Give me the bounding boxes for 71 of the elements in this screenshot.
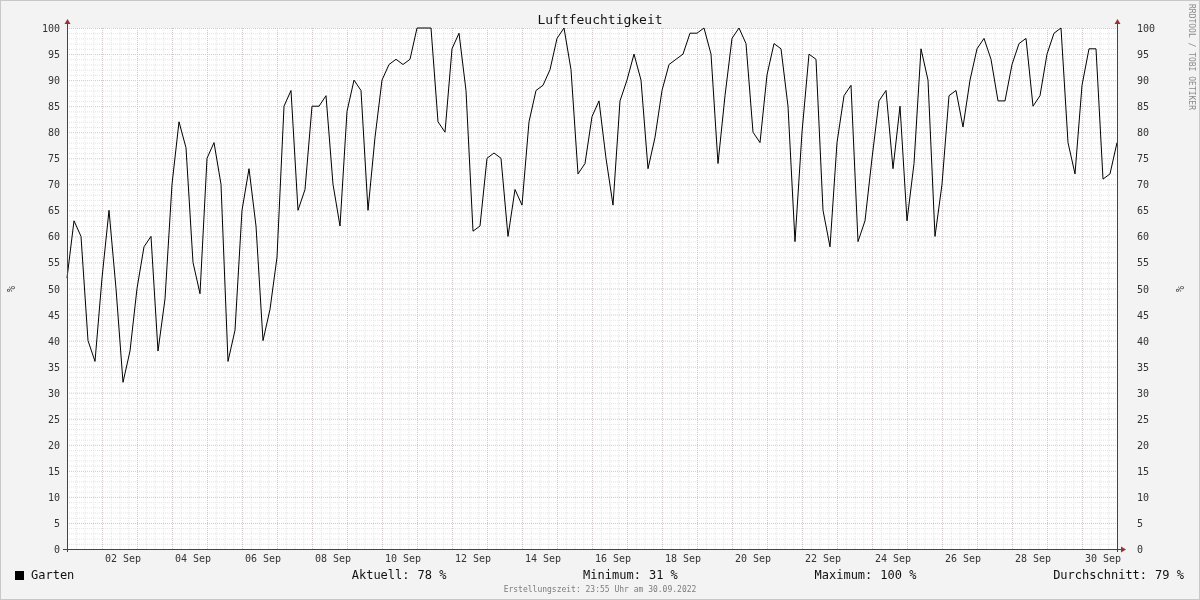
y-tick-label: 70: [1137, 179, 1150, 191]
y-tick-label: 20: [1137, 439, 1150, 451]
y-tick-label: 100: [1137, 23, 1156, 34]
x-tick-label: 04 Sep: [174, 553, 212, 564]
y-tick-label: 40: [47, 335, 60, 347]
stat-value: 78 %: [417, 568, 447, 582]
y-tick-label: 20: [47, 439, 60, 451]
y-tick-label: 5: [1137, 517, 1144, 529]
axis-label: %: [1174, 286, 1185, 292]
x-tick-label: 12 Sep: [454, 553, 492, 564]
y-tick-label: 15: [1137, 465, 1150, 477]
x-tick-label: 20 Sep: [734, 553, 772, 564]
y-tick-label: 10: [1137, 491, 1150, 503]
y-tick-label: 55: [1137, 257, 1150, 269]
x-tick-label: 10 Sep: [384, 553, 422, 564]
y-tick-label: 65: [47, 205, 60, 217]
legend-label: Garten: [31, 568, 75, 582]
y-tick-label: 90: [47, 75, 60, 87]
y-tick-label: 50: [1137, 283, 1150, 295]
y-tick-label: 0: [1137, 544, 1144, 555]
x-tick-label: 06 Sep: [244, 553, 282, 564]
y-tick-label: 85: [47, 101, 60, 113]
y-tick-label: 45: [1137, 309, 1150, 321]
stat-value: 100 %: [880, 568, 917, 582]
stat-label: Maximum:: [814, 568, 873, 582]
y-tick-label: 85: [1137, 101, 1150, 113]
y-tick-label: 80: [1137, 127, 1150, 139]
x-tick-label: 24 Sep: [874, 553, 912, 564]
y-tick-label: 30: [47, 387, 60, 399]
x-tick-label: 30 Sep: [1084, 553, 1122, 564]
y-tick-label: 95: [1137, 49, 1150, 61]
y-tick-label: 65: [1137, 205, 1150, 217]
y-tick-label: 60: [47, 231, 60, 243]
y-tick-label: 100: [41, 23, 60, 34]
x-tick-label: 02 Sep: [104, 553, 142, 564]
stat-label: Minimum:: [583, 568, 641, 582]
x-tick-label: 14 Sep: [524, 553, 562, 564]
x-tick-label: 18 Sep: [664, 553, 702, 564]
stat-label: Aktuell:: [351, 568, 410, 582]
y-tick-label: 5: [53, 517, 60, 529]
x-tick-label: 16 Sep: [594, 553, 632, 564]
y-tick-label: 25: [1137, 413, 1150, 425]
y-tick-label: 40: [1137, 335, 1150, 347]
y-tick-label: 55: [47, 257, 60, 269]
stat-value: 31 %: [648, 568, 678, 582]
stat-label: Durchschnitt:: [1053, 568, 1148, 582]
y-tick-label: 80: [47, 127, 60, 139]
x-tick-label: 26 Sep: [944, 553, 982, 564]
y-tick-label: 10: [47, 491, 60, 503]
y-tick-label: 75: [1137, 153, 1150, 165]
y-tick-label: 90: [1137, 75, 1150, 87]
axis-label: %: [5, 286, 16, 292]
y-tick-label: 75: [47, 153, 60, 165]
y-tick-label: 30: [1137, 387, 1150, 399]
y-tick-label: 35: [1137, 361, 1150, 373]
y-tick-label: 45: [47, 309, 60, 321]
chart-title: Luftfeuchtigkeit: [537, 12, 663, 27]
y-tick-label: 15: [47, 465, 60, 477]
timestamp-text: Erstellungszeit: 23:55 Uhr am 30.09.2022: [503, 585, 697, 594]
y-tick-label: 95: [47, 49, 60, 61]
y-tick-label: 35: [47, 361, 60, 373]
x-tick-label: 08 Sep: [314, 553, 352, 564]
y-tick-label: 60: [1137, 231, 1150, 243]
credit-text: RRDTOOL / TOBI OETIKER: [1187, 4, 1196, 110]
y-tick-label: 25: [47, 413, 60, 425]
x-tick-label: 28 Sep: [1014, 553, 1052, 564]
x-tick-label: 22 Sep: [804, 553, 842, 564]
stat-value: 79 %: [1155, 568, 1184, 582]
y-tick-label: 50: [47, 283, 60, 295]
y-tick-label: 70: [47, 179, 60, 191]
y-tick-label: 0: [53, 544, 60, 555]
